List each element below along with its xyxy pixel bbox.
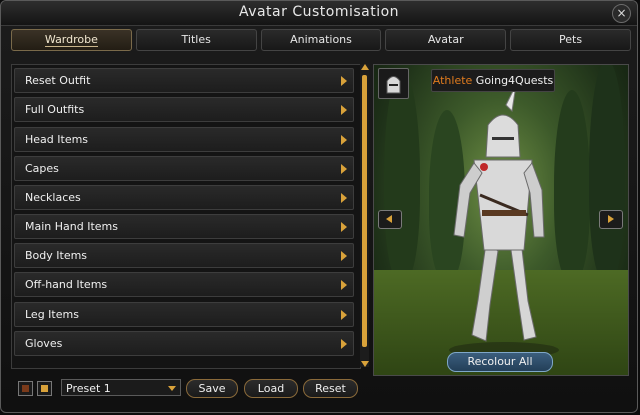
category-full-outfits[interactable]: Full Outfits <box>14 97 354 122</box>
rotate-left-icon[interactable] <box>378 210 402 229</box>
category-necklaces[interactable]: Necklaces <box>14 185 354 210</box>
arrow-right-icon <box>341 76 347 86</box>
avatar-customisation-window: Avatar Customisation × Wardrobe Titles A… <box>0 0 638 413</box>
dropdown-icon <box>168 386 176 391</box>
save-button[interactable]: Save <box>186 379 238 398</box>
category-leg-items[interactable]: Leg Items <box>14 302 354 327</box>
player-title: Athlete <box>432 74 473 87</box>
tab-wardrobe[interactable]: Wardrobe <box>11 29 132 51</box>
avatar-preview <box>373 64 629 376</box>
toggle-square-1[interactable] <box>18 381 33 396</box>
category-reset-outfit[interactable]: Reset Outfit <box>14 68 354 93</box>
arrow-right-icon <box>341 135 347 145</box>
rotate-right-icon[interactable] <box>599 210 623 229</box>
category-gloves[interactable]: Gloves <box>14 331 354 356</box>
arrow-right-icon <box>341 164 347 174</box>
category-main-hand-items[interactable]: Main Hand Items <box>14 214 354 239</box>
category-body-items[interactable]: Body Items <box>14 243 354 268</box>
scroll-down-icon[interactable] <box>361 361 369 367</box>
wardrobe-category-list: Reset Outfit Full Outfits Head Items Cap… <box>11 64 361 369</box>
toggle-square-2[interactable] <box>37 381 52 396</box>
category-capes[interactable]: Capes <box>14 156 354 181</box>
recolour-all-button[interactable]: Recolour All <box>447 352 553 372</box>
scroll-up-icon[interactable] <box>361 64 369 70</box>
load-button[interactable]: Load <box>244 379 298 398</box>
tab-animations[interactable]: Animations <box>260 29 382 51</box>
armoured-character <box>449 84 559 358</box>
window-title: Avatar Customisation <box>238 4 400 20</box>
reset-button[interactable]: Reset <box>303 379 358 398</box>
arrow-right-icon <box>341 280 347 290</box>
arrow-right-icon <box>341 251 347 261</box>
tab-bar: Wardrobe Titles Animations Avatar Pets <box>11 29 631 51</box>
tab-avatar[interactable]: Avatar <box>385 29 507 51</box>
arrow-right-icon <box>341 310 347 320</box>
tab-pets[interactable]: Pets <box>510 29 631 51</box>
category-off-hand-items[interactable]: Off-hand Items <box>14 272 354 297</box>
player-name-label: Athlete Going4Quests <box>431 69 555 92</box>
arrow-right-icon <box>341 105 347 115</box>
arrow-right-icon <box>341 222 347 232</box>
category-head-items[interactable]: Head Items <box>14 127 354 152</box>
arrow-right-icon <box>341 193 347 203</box>
preset-select[interactable]: Preset 1 <box>61 379 181 396</box>
helmet-icon[interactable] <box>378 68 409 99</box>
scrollbar-thumb[interactable] <box>362 75 367 347</box>
arrow-right-icon <box>341 339 347 349</box>
player-username: Going4Quests <box>475 74 554 87</box>
close-icon[interactable]: × <box>612 4 631 23</box>
tab-titles[interactable]: Titles <box>135 29 257 51</box>
title-bar: Avatar Customisation × <box>1 1 637 26</box>
bottom-toolbar: Preset 1 Save Load Reset <box>11 378 371 400</box>
